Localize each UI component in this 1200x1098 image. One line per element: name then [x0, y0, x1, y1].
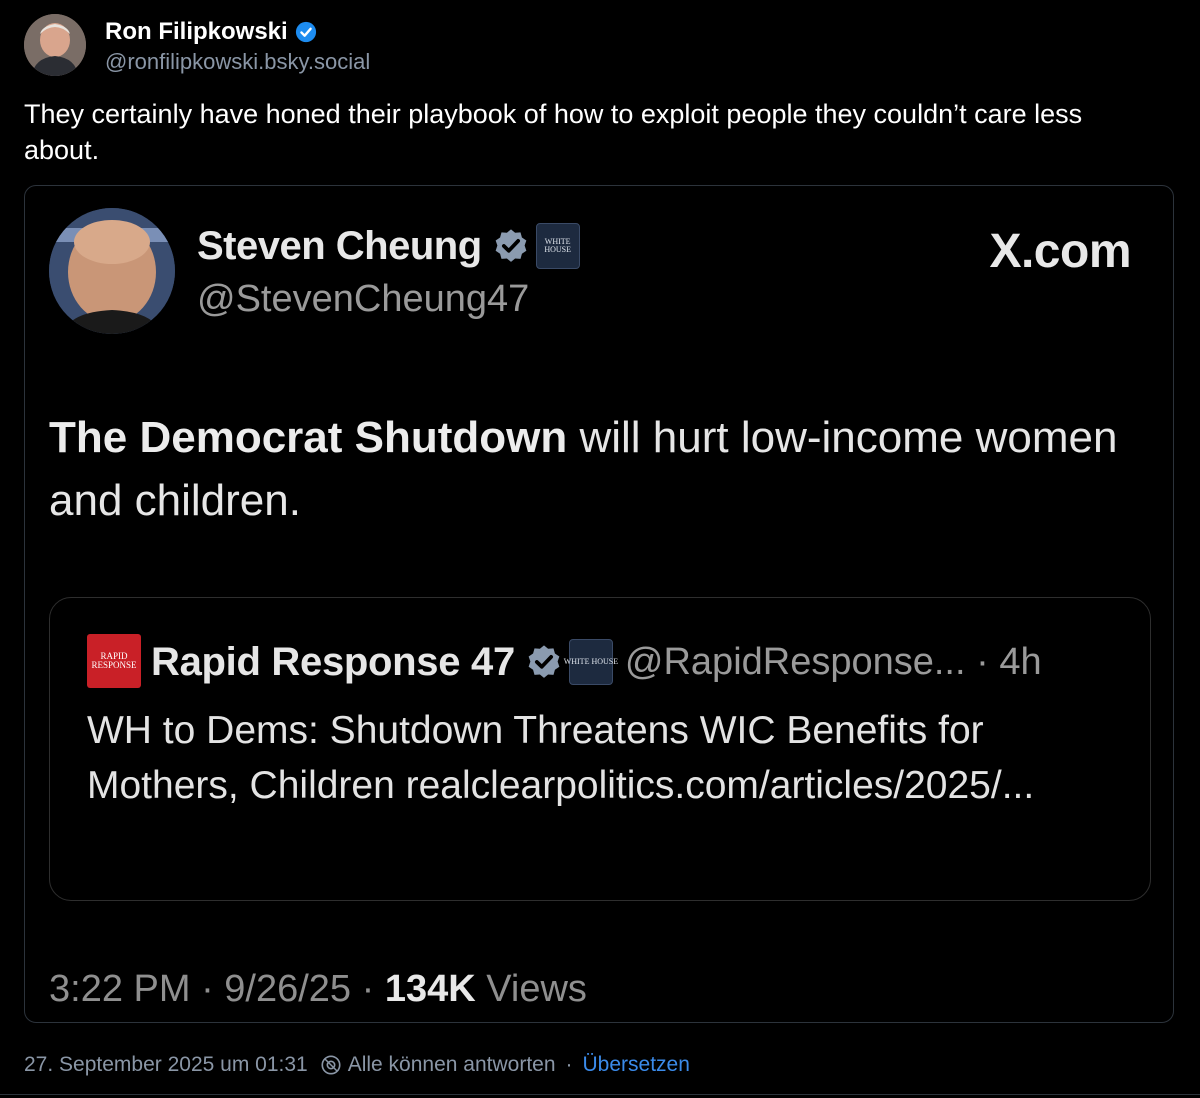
white-house-logo: WHITE HOUSE — [564, 639, 618, 685]
embedded-tweet-meta: 3:22 PM · 9/26/25 · 134K Views — [49, 968, 587, 1011]
meta-views-count: 134K — [384, 968, 476, 1010]
rapid-response-logo-text: RAPID RESPONSE — [91, 651, 137, 670]
verified-badge-icon — [295, 21, 316, 43]
footer-separator: · — [565, 1053, 573, 1076]
divider — [0, 1094, 1200, 1095]
author-handle[interactable]: @ronfilipkowski.bsky.social — [105, 49, 370, 75]
quoted-tweet-text: WH to Dems: Shutdown Threatens WIC Benef… — [87, 709, 1035, 807]
reply-settings-icon — [321, 1055, 341, 1075]
steven-cheung-handle: @StevenCheung47 — [197, 278, 530, 320]
quoted-tweet-card: RAPID RESPONSE Rapid Response 47 WHITE H… — [49, 597, 1151, 901]
source-label: X.com — [989, 225, 1131, 278]
meta-views-label: Views — [475, 968, 587, 1010]
author-avatar[interactable] — [24, 14, 86, 76]
white-house-logo-text: WHITE HOUSE — [563, 657, 619, 666]
post-text: They certainly have honed their playbook… — [24, 99, 1083, 165]
post-timestamp[interactable]: 27. September 2025 um 01:31 — [24, 1053, 308, 1077]
post-footer: 27. September 2025 um 01:31 Alle können … — [24, 1051, 690, 1079]
white-house-logo: WHITE HOUSE — [535, 223, 580, 269]
author-name[interactable]: Ron Filipkowski — [105, 18, 288, 46]
post-author[interactable]: Ron Filipkowski @ronfilipkowski.bsky.soc… — [24, 14, 370, 76]
translate-link[interactable]: Übersetzen — [583, 1053, 690, 1077]
verified-badge-icon — [495, 229, 527, 262]
embedded-tweet-bold: The Democrat Shutdown — [49, 413, 568, 462]
meta-time: 3:22 PM · 9/26/25 · — [49, 968, 385, 1010]
embedded-screenshot[interactable]: Steven Cheung WHITE HOUSE @StevenCheung4… — [24, 185, 1174, 1023]
reply-setting[interactable]: Alle können antworten — [348, 1053, 556, 1077]
rapid-response-name: Rapid Response 47 — [151, 639, 515, 684]
steven-cheung-avatar — [49, 208, 175, 334]
steven-cheung-name: Steven Cheung — [197, 223, 482, 268]
rapid-response-logo: RAPID RESPONSE — [87, 634, 141, 688]
embedded-tweet-text: The Democrat Shutdown will hurt low-inco… — [49, 406, 1139, 532]
white-house-logo-text: WHITE HOUSE — [544, 237, 571, 254]
rapid-response-handle-time: @RapidResponse... · 4h — [624, 640, 1042, 683]
verified-badge-icon — [528, 645, 560, 678]
